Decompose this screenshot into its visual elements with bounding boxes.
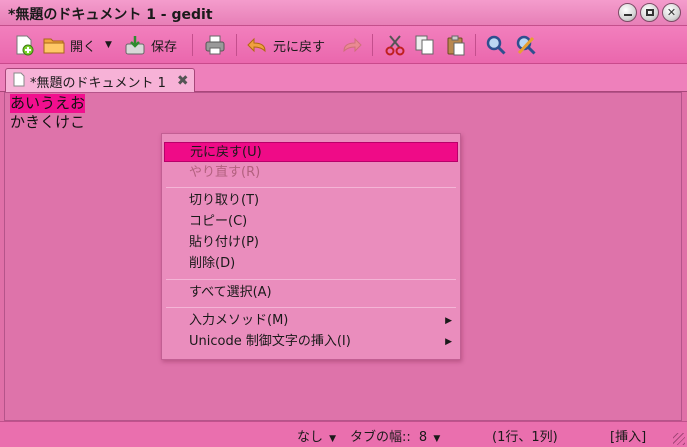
close-tab-icon[interactable]: ✖ (177, 73, 189, 89)
language-selector[interactable]: なし ▼ (297, 426, 336, 445)
undo-icon (246, 34, 268, 56)
submenu-arrow-icon: ▶ (445, 316, 452, 326)
copy-button[interactable] (414, 32, 436, 58)
printer-icon (204, 34, 226, 56)
print-button[interactable] (204, 32, 226, 58)
language-value: なし (297, 430, 324, 445)
menu-item-redo[interactable]: やり直す(R) (164, 163, 458, 183)
new-document-icon (13, 34, 35, 56)
menu-separator (166, 307, 456, 308)
maximize-icon (645, 9, 654, 16)
menu-item-delete[interactable]: 削除(D) (164, 254, 458, 274)
new-document-button[interactable] (13, 32, 35, 58)
editor-line: かきくけこ (10, 113, 86, 131)
menu-item-input-methods[interactable]: 入力メソッド(M) ▶ (164, 311, 458, 331)
title-bar: *無題のドキュメント 1 - gedit ✕ (0, 0, 687, 26)
toolbar-separator (192, 34, 193, 56)
toolbar-separator (372, 34, 373, 56)
document-icon (13, 72, 25, 91)
save-icon (124, 34, 146, 56)
folder-icon (43, 34, 65, 56)
minimize-icon (623, 14, 632, 16)
redo-icon (341, 34, 363, 56)
chevron-down-icon: ▼ (105, 40, 112, 50)
menu-item-select-all[interactable]: すべて選択(A) (164, 283, 458, 303)
menu-item-label: 入力メソッド(M) (189, 313, 289, 328)
insert-mode: [挿入] (610, 430, 647, 445)
save-button[interactable]: 保存 (124, 32, 177, 58)
window-title: *無題のドキュメント 1 - gedit (8, 7, 213, 23)
tab-width-selector[interactable]: タブの幅:: 8 ▼ (350, 426, 440, 445)
replace-button[interactable] (515, 32, 537, 58)
tab-width-value: 8 (418, 430, 428, 445)
status-bar: なし ▼ タブの幅:: 8 ▼ (1行、1列) [挿入] (0, 421, 687, 447)
resize-grip[interactable] (673, 433, 685, 445)
search-icon (485, 34, 507, 56)
scissors-icon (384, 34, 406, 56)
search-button[interactable] (485, 32, 507, 58)
paste-button[interactable] (445, 32, 467, 58)
editor-line: あいうえお (10, 94, 86, 113)
close-icon: ✕ (666, 6, 677, 19)
chevron-down-icon: ▼ (433, 434, 441, 444)
toolbar-separator (475, 34, 476, 56)
menu-item-cut[interactable]: 切り取り(T) (164, 191, 458, 211)
paste-icon (445, 34, 467, 56)
undo-label: 元に戻す (273, 39, 326, 55)
toolbar-separator (236, 34, 237, 56)
menu-item-undo[interactable]: 元に戻す(U) (164, 142, 458, 162)
submenu-arrow-icon: ▶ (445, 337, 452, 347)
menu-separator (166, 187, 456, 188)
search-replace-icon (515, 34, 537, 56)
save-label: 保存 (151, 39, 178, 55)
undo-button[interactable]: 元に戻す (246, 32, 325, 58)
open-label: 開く (70, 39, 97, 55)
copy-icon (414, 34, 436, 56)
redo-button[interactable] (341, 32, 363, 58)
tab-strip: *無題のドキュメント 1 ✖ (0, 64, 687, 93)
maximize-button[interactable] (640, 3, 659, 22)
cut-button[interactable] (384, 32, 406, 58)
tab-label: *無題のドキュメント 1 (30, 75, 166, 91)
open-button[interactable]: 開く (43, 32, 96, 58)
menu-item-label: Unicode 制御文字の挿入(I) (189, 334, 351, 349)
open-recent-dropdown[interactable]: ▼ (103, 32, 112, 58)
close-button[interactable]: ✕ (662, 3, 681, 22)
menu-item-paste[interactable]: 貼り付け(P) (164, 233, 458, 253)
chevron-down-icon: ▼ (329, 434, 337, 444)
toolbar: 開く ▼ 保存 元に戻す (0, 26, 687, 64)
menu-item-insert-unicode[interactable]: Unicode 制御文字の挿入(I) ▶ (164, 332, 458, 352)
context-menu: 元に戻す(U) やり直す(R) 切り取り(T) コピー(C) 貼り付け(P) 削… (161, 133, 461, 360)
tab-document[interactable]: *無題のドキュメント 1 ✖ (5, 68, 195, 93)
cursor-position: (1行、1列) (492, 430, 558, 445)
tab-width-label: タブの幅:: (350, 430, 411, 445)
minimize-button[interactable] (618, 3, 637, 22)
menu-separator (166, 279, 456, 280)
menu-item-copy[interactable]: コピー(C) (164, 212, 458, 232)
